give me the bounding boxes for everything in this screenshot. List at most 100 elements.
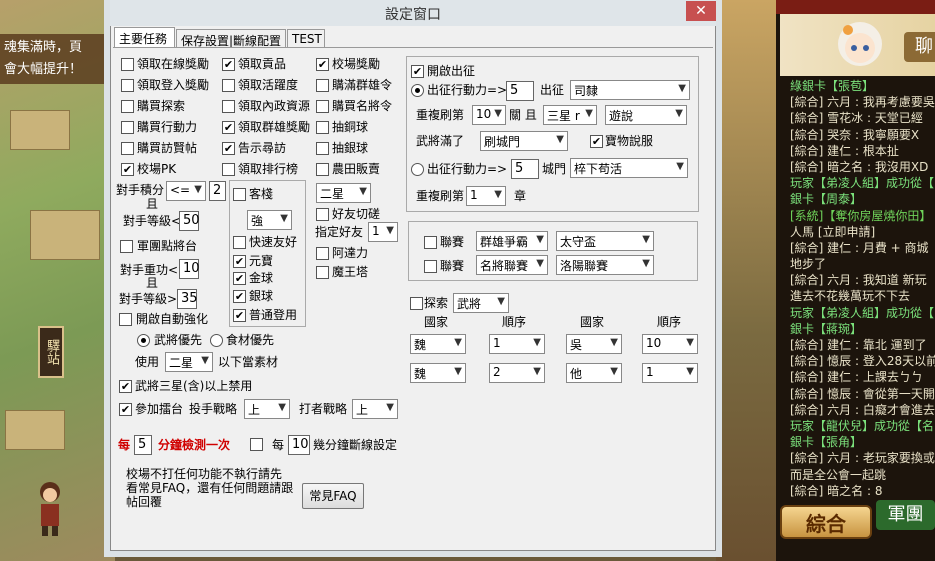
task-checkbox[interactable] (121, 142, 134, 155)
chevron-down-icon: ▼ (494, 189, 502, 200)
tab-test[interactable]: TEST (287, 29, 325, 48)
task-checkbox[interactable] (121, 79, 134, 92)
task-checkbox[interactable] (222, 163, 235, 176)
task-checkbox[interactable] (316, 163, 329, 176)
gold-ball-label: 金球 (249, 271, 274, 285)
chat-panel-tabs[interactable] (776, 0, 935, 14)
task-checkbox[interactable]: ✔ (222, 121, 235, 134)
task-checkbox[interactable]: ✔ (316, 58, 329, 71)
full-general-select[interactable]: 刷城門 ▼ (480, 131, 568, 151)
expedition-row2-target-select[interactable]: 椊下苟活 ▼ (570, 158, 688, 178)
inn-checkbox[interactable] (233, 188, 246, 201)
task-checkbox[interactable] (316, 121, 329, 134)
disconnect-checkbox[interactable] (250, 438, 263, 451)
league-row1-checkbox[interactable] (424, 236, 437, 249)
power-input[interactable]: 10 (179, 259, 200, 279)
food-priority-radio[interactable] (210, 334, 223, 347)
inn-strength-value: 強 (251, 214, 264, 228)
refresh-mode-select[interactable]: 遊說 ▼ (605, 105, 687, 125)
task-checkbox[interactable]: ✔ (121, 163, 134, 176)
arena-checkbox[interactable]: ✔ (119, 403, 132, 416)
refresh-star-select[interactable]: 三星 r ▼ (543, 105, 597, 125)
chevron-down-icon: ▼ (494, 108, 502, 119)
general-priority-radio[interactable] (137, 334, 150, 347)
task-checkbox[interactable] (222, 100, 235, 113)
task-checkbox[interactable] (316, 100, 329, 113)
close-button[interactable]: ✕ (686, 1, 716, 21)
silver-ball-checkbox[interactable]: ✔ (233, 290, 246, 303)
chat-line: 人馬 [立即申請] (790, 224, 876, 239)
demon-tower-checkbox[interactable] (316, 266, 329, 279)
tab-save-settings[interactable]: 保存設置|斷線配置 (176, 29, 286, 48)
assign-friend-select[interactable]: 1 ▼ (368, 222, 398, 242)
expedition-target-select[interactable]: 司隸 ▼ (570, 80, 690, 100)
explore-value: 1 (646, 365, 654, 379)
league-row2-checkbox[interactable] (424, 260, 437, 273)
task-checkbox[interactable]: ✔ (222, 142, 235, 155)
batter-select[interactable]: 上 ▼ (352, 399, 398, 419)
batter-value: 上 (356, 403, 369, 417)
score-input[interactable]: 2 (209, 181, 226, 201)
expedition-row2-radio[interactable] (411, 163, 424, 176)
league-row1-b-select[interactable]: 太守盃 ▼ (556, 231, 654, 251)
explore-checkbox[interactable] (410, 297, 423, 310)
army-checkbox[interactable] (120, 240, 133, 253)
treasure-checkbox[interactable]: ✔ (590, 135, 603, 148)
refresh2-chapter-select[interactable]: 1 ▼ (466, 186, 506, 206)
star-select[interactable]: 二星 ▼ (316, 183, 371, 203)
use-suffix-label: 以下當素材 (218, 355, 279, 369)
gold-ball-checkbox[interactable]: ✔ (233, 272, 246, 285)
task-checkbox[interactable] (316, 79, 329, 92)
quick-friend-checkbox[interactable] (233, 236, 246, 249)
chat-line: 地步了 (790, 257, 827, 272)
explore-r2-country-select[interactable]: 魏 ▼ (410, 363, 466, 383)
chat-button[interactable]: 聊 (904, 32, 935, 62)
expedition-row1-radio[interactable] (411, 84, 424, 97)
explore-r2-country2-select[interactable]: 他 ▼ (566, 363, 622, 383)
chat-line: [綜合] 六月 : 我知道 新玩 (790, 273, 927, 288)
task-checkbox[interactable] (121, 100, 134, 113)
disconnect-interval-input[interactable]: 10 (288, 435, 310, 455)
expedition-checkbox[interactable]: ✔ (411, 65, 424, 78)
task-checkbox[interactable] (316, 142, 329, 155)
league-row1-a-select[interactable]: 群雄爭霸 ▼ (476, 231, 548, 251)
explore-r1-order2-select[interactable]: 10 ▼ (642, 334, 698, 354)
expedition-row1-input[interactable]: 5 (506, 81, 534, 101)
opponent-level-input[interactable]: 50 (179, 211, 200, 231)
legion-channel-button[interactable]: 軍團 (876, 500, 935, 530)
ban-checkbox[interactable]: ✔ (119, 380, 132, 393)
explore-r2-order-select[interactable]: 2 ▼ (489, 363, 545, 383)
ada-checkbox[interactable] (316, 247, 329, 260)
tab-main-tasks[interactable]: 主要任務 (114, 27, 175, 48)
task-label: 校場PK (137, 162, 177, 176)
explore-r1-country2-select[interactable]: 吳 ▼ (566, 334, 622, 354)
task-checkbox[interactable]: ✔ (222, 58, 235, 71)
enhance-checkbox[interactable] (119, 313, 132, 326)
expedition-row2-input[interactable]: 5 (511, 159, 539, 179)
task-checkbox[interactable] (222, 79, 235, 92)
task-checkbox[interactable] (121, 58, 134, 71)
explore-r1-order-select[interactable]: 1 ▼ (489, 334, 545, 354)
friend-spar-checkbox[interactable] (316, 208, 329, 221)
refresh-stage-select[interactable]: 10 ▼ (472, 105, 506, 125)
pitcher-select[interactable]: 上 ▼ (244, 399, 290, 419)
yuanbao-checkbox[interactable]: ✔ (233, 255, 246, 268)
league-row2-b-select[interactable]: 洛陽聯賽 ▼ (556, 255, 654, 275)
explore-r1-country-select[interactable]: 魏 ▼ (410, 334, 466, 354)
explore-r2-order2-select[interactable]: 1 ▼ (642, 363, 698, 383)
task-label: 領取在線獎勵 (137, 57, 210, 71)
normal-recruit-checkbox[interactable]: ✔ (233, 309, 246, 322)
check-interval-input[interactable]: 5 (134, 435, 152, 455)
general-channel-button[interactable]: 綜合 (780, 505, 872, 539)
score-operator-select[interactable]: <= ▼ (166, 181, 206, 201)
food-priority-label: 食材優先 (226, 333, 275, 347)
task-checkbox[interactable] (121, 121, 134, 134)
league-row2-a-select[interactable]: 名將聯賽 ▼ (476, 255, 548, 275)
opponent-level2-input[interactable]: 35 (177, 289, 198, 309)
material-star-select[interactable]: 二星 ▼ (165, 352, 213, 372)
explore-type-select[interactable]: 武將 ▼ (453, 293, 509, 313)
faq-button[interactable]: 常見FAQ (302, 483, 364, 509)
task-label: 購買訪賢帖 (137, 141, 198, 155)
inn-strength-select[interactable]: 強 ▼ (247, 210, 292, 230)
chevron-down-icon: ▼ (497, 296, 505, 307)
